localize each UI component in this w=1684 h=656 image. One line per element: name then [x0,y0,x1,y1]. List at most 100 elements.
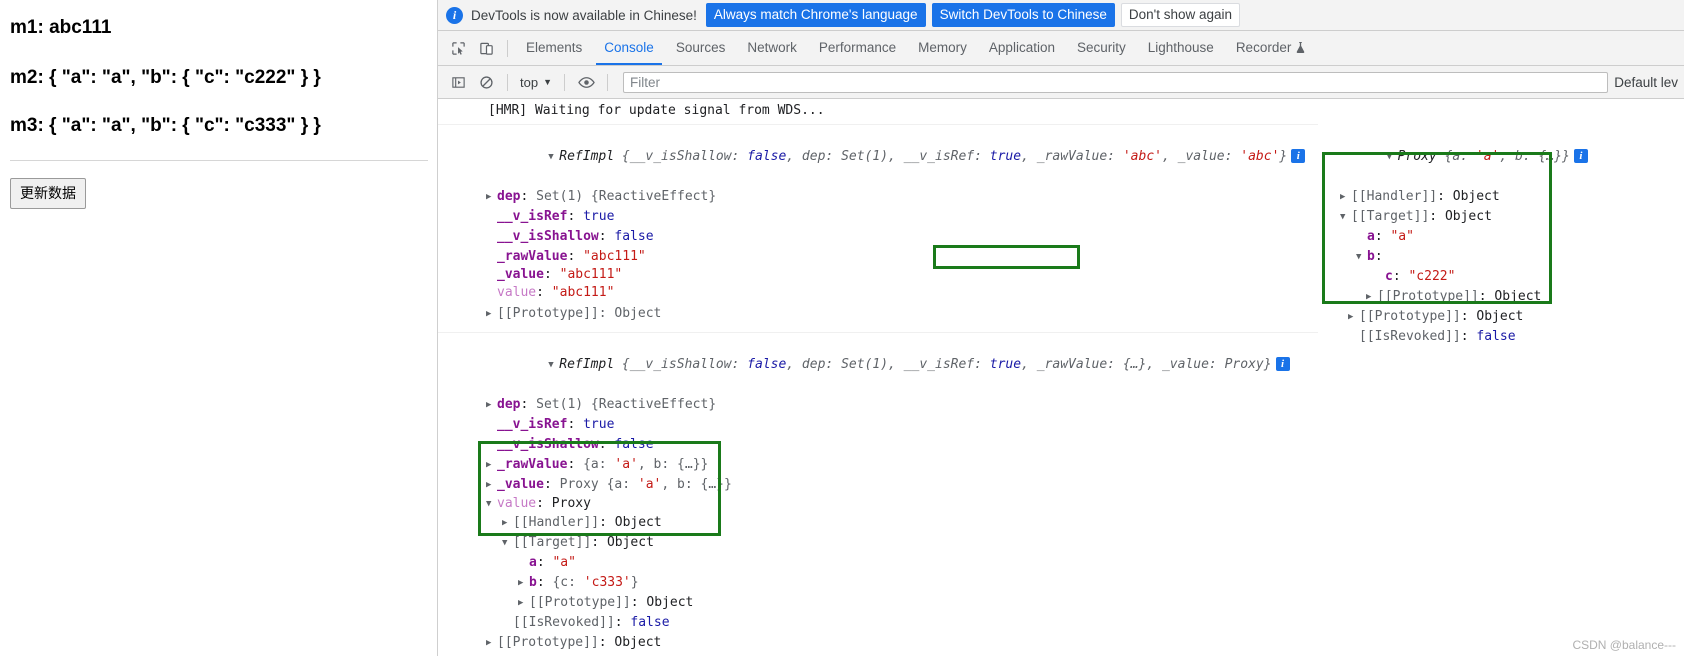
toolbar-divider [507,39,508,57]
expand-arrow-icon[interactable] [518,593,529,613]
property-name: _value [497,477,544,492]
expand-arrow-icon[interactable] [1340,207,1351,227]
execute-sidebar-icon[interactable] [444,69,472,95]
property-rawvalue[interactable]: _rawValue: {a: 'a', b: {…}} [438,455,1318,475]
expand-arrow-icon[interactable] [486,475,497,495]
property-value: Object [646,595,694,610]
object-class-name: RefImpl [559,149,615,164]
always-match-language-button[interactable]: Always match Chrome's language [705,3,926,27]
tab-security[interactable]: Security [1066,31,1137,65]
object-header[interactable]: RefImpl {__v_isShallow: false, dep: Set(… [438,335,1318,395]
property-name: a [1367,229,1375,244]
property-target[interactable]: [[Target]]: Object [1318,207,1684,227]
proxy-header[interactable]: Proxy {a: 'a', b: {…}}i [1318,127,1684,187]
console-messages[interactable]: [HMR] Waiting for update signal from WDS… [438,99,1684,656]
console-left-column: [HMR] Waiting for update signal from WDS… [438,99,1318,656]
expand-arrow-icon[interactable] [518,573,529,593]
property-value-internal[interactable]: _value: Proxy {a: 'a', b: {…}} [438,475,1318,495]
property-target[interactable]: [[Target]]: Object [438,533,1318,553]
expand-arrow-icon[interactable] [486,496,497,513]
property-value: false [614,229,654,244]
property-handler[interactable]: [[Handler]]: Object [438,513,1318,533]
object-preview: {__v_isShallow: false, dep: Set(1), __v_… [621,357,1272,372]
tab-elements[interactable]: Elements [515,31,593,65]
property-b[interactable]: b: [1318,247,1684,267]
switch-devtools-language-button[interactable]: Switch DevTools to Chinese [931,3,1115,27]
object-header[interactable]: RefImpl {__v_isShallow: false, dep: Set(… [438,127,1318,187]
console-message-refimpl-2: RefImpl {__v_isShallow: false, dep: Set(… [438,333,1318,656]
log-level-select[interactable]: Default lev [1614,75,1684,90]
property-value: {a: 'a', b: {…}} [583,457,709,472]
expand-arrow-icon[interactable] [486,395,497,415]
property-value: Proxy [551,496,591,511]
property-prototype-outer[interactable]: [[Prototype]]: Object [1318,307,1684,327]
toolbar-divider [564,73,565,91]
expand-arrow-icon[interactable] [548,147,559,167]
update-data-button[interactable]: 更新数据 [10,178,86,209]
property-v-isref: __v_isRef: true [497,417,615,432]
language-banner: i DevTools is now available in Chinese! … [438,0,1684,31]
property-prototype[interactable]: [[Prototype]]: Object [438,304,1318,324]
property-dep[interactable]: dep: Set(1) {ReactiveEffect} [438,187,1318,207]
property-prototype[interactable]: [[Prototype]]: Object [438,593,1318,613]
expand-arrow-icon[interactable] [1356,247,1367,267]
info-badge-icon[interactable]: i [1291,149,1306,163]
console-message-hmr: [HMR] Waiting for update signal from WDS… [438,99,1318,125]
property-value: false [614,437,654,452]
property-name: __v_isShallow [497,229,599,244]
horizontal-rule [10,160,428,161]
property-v-isshallow: __v_isShallow: false [497,437,654,452]
property-value-accessor[interactable]: value: "abc111" [438,283,1318,304]
expand-arrow-icon[interactable] [486,455,497,475]
tab-recorder[interactable]: Recorder [1225,31,1318,65]
filter-input[interactable] [623,71,1609,93]
expand-arrow-icon[interactable] [1387,147,1398,167]
device-toolbar-icon[interactable] [472,35,500,61]
clear-console-icon[interactable] [472,69,500,95]
property-dep[interactable]: dep: Set(1) {ReactiveEffect} [438,395,1318,415]
flask-icon [1295,33,1306,67]
property-name: [[Prototype]] [529,595,631,610]
execution-context-select[interactable]: top ▼ [515,75,557,90]
chevron-down-icon: ▼ [543,77,552,87]
expand-arrow-icon[interactable] [502,513,513,533]
dont-show-again-button[interactable]: Don't show again [1120,3,1241,27]
property-name: [[Prototype]] [1359,309,1461,324]
tab-lighthouse[interactable]: Lighthouse [1137,31,1225,65]
tab-application[interactable]: Application [978,31,1066,65]
property-prototype-inner[interactable]: [[Prototype]]: Object [1318,287,1684,307]
property-name: [[Prototype]] [497,306,599,321]
expand-arrow-icon[interactable] [1340,187,1351,207]
live-expression-icon[interactable] [572,69,600,95]
tab-network[interactable]: Network [736,31,808,65]
info-icon: i [446,6,463,24]
tab-memory[interactable]: Memory [907,31,978,65]
property-a: a: "a" [1367,229,1414,244]
expand-arrow-icon[interactable] [1348,307,1359,327]
property-handler[interactable]: [[Handler]]: Object [1318,187,1684,207]
toolbar-divider [507,73,508,91]
expand-arrow-icon[interactable] [548,355,559,375]
tab-console[interactable]: Console [593,31,665,65]
banner-message: DevTools is now available in Chinese! [471,7,697,23]
expand-arrow-icon[interactable] [486,633,497,653]
property-value: {c: 'c333'} [552,575,639,590]
property-prototype-outer[interactable]: [[Prototype]]: Object [438,633,1318,653]
expand-arrow-icon[interactable] [486,304,497,324]
property-v-isref: __v_isRef: true [497,209,615,224]
property-name: [[Target]] [513,535,592,550]
property-value-internal: _value: "abc111" [497,267,623,282]
property-name: [[Handler]] [513,515,600,530]
tab-performance[interactable]: Performance [808,31,907,65]
tab-sources[interactable]: Sources [665,31,737,65]
info-badge-icon[interactable]: i [1573,149,1588,163]
inspect-element-icon[interactable] [444,35,472,61]
property-b[interactable]: b: {c: 'c333'} [438,573,1318,593]
info-badge-icon[interactable]: i [1275,357,1290,371]
property-value: Object [1494,289,1542,304]
expand-arrow-icon[interactable] [1366,287,1377,307]
property-value: Proxy {a: 'a', b: {…}} [559,477,732,492]
expand-arrow-icon[interactable] [502,533,513,553]
property-value-accessor[interactable]: value: Proxy [438,495,1318,513]
expand-arrow-icon[interactable] [486,187,497,207]
